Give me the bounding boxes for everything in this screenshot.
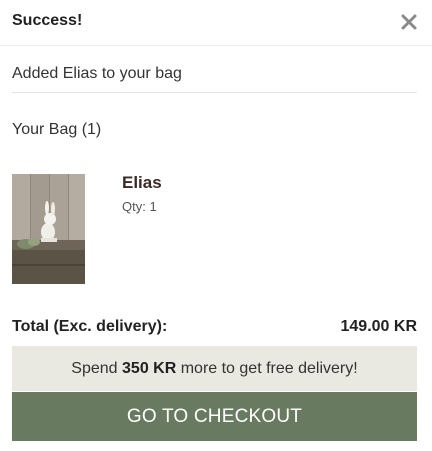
divider <box>12 92 417 93</box>
promo-prefix: Spend <box>71 360 123 377</box>
bag-heading: Your Bag (1) <box>12 121 102 138</box>
product-image[interactable] <box>12 174 85 284</box>
free-delivery-banner: Spend 350 KR more to get free delivery! <box>12 346 417 391</box>
product-name[interactable]: Elias <box>122 173 162 193</box>
promo-amount: 350 KR <box>122 360 177 377</box>
product-quantity: Qty: 1 <box>122 199 157 214</box>
promo-suffix: more to get free delivery! <box>176 360 358 377</box>
dialog-header: Success! <box>0 0 432 46</box>
close-icon[interactable] <box>400 13 418 31</box>
dialog-title: Success! <box>12 12 83 29</box>
total-value: 149.00 KR <box>340 318 418 335</box>
checkout-button[interactable]: GO TO CHECKOUT <box>12 392 417 441</box>
added-message: Added Elias to your bag <box>12 65 182 82</box>
total-label: Total (Exc. delivery): <box>12 318 168 335</box>
